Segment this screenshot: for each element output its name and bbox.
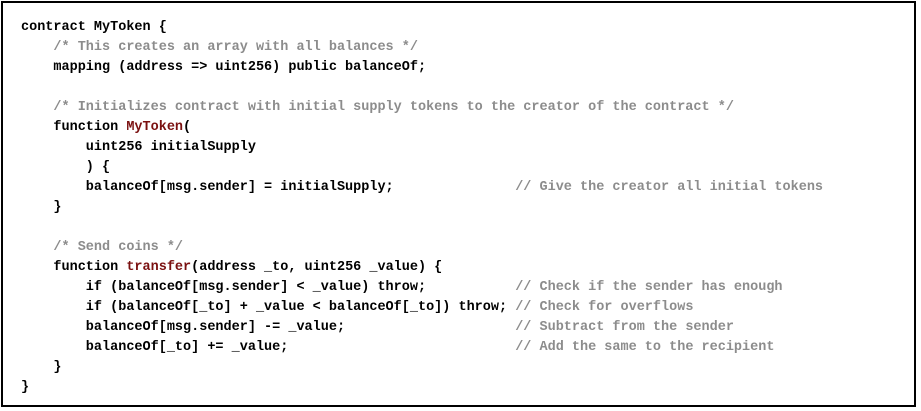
code-comment: // Add the same to the recipient xyxy=(515,340,775,355)
code-text: balanceOf[msg.sender] -= _value; xyxy=(21,320,516,335)
code-line: } xyxy=(21,378,823,398)
code-line: balanceOf[msg.sender] = initialSupply; /… xyxy=(21,178,823,198)
code-comment: /* Send coins */ xyxy=(53,240,184,255)
code-line: function transfer(address _to, uint256 _… xyxy=(21,258,823,278)
code-text: if (balanceOf[msg.sender] < _value) thro… xyxy=(21,280,516,295)
code-text: balanceOf[msg.sender] = initialSupply; xyxy=(21,180,516,195)
code-comment: // Subtract from the sender xyxy=(515,320,734,335)
code-comment: // Check for overflows xyxy=(515,300,694,315)
code-text: if (balanceOf[_to] + _value < balanceOf[… xyxy=(21,300,516,315)
code-text: } xyxy=(21,360,62,375)
code-line: } xyxy=(21,358,823,378)
code-line: /* Send coins */ xyxy=(21,238,823,258)
code-text: (address _to, uint256 _value) { xyxy=(191,260,443,275)
code-line: /* This creates an array with all balanc… xyxy=(21,38,823,58)
code-text: contract MyToken { xyxy=(21,20,167,35)
code-frame: contract MyToken { /* This creates an ar… xyxy=(1,1,916,407)
code-line: function MyToken( xyxy=(21,118,823,138)
function-name: transfer xyxy=(126,260,192,275)
code-comment: // Check if the sender has enough xyxy=(515,280,783,295)
code-text: function xyxy=(21,260,127,275)
code-line: contract MyToken { xyxy=(21,18,823,38)
code-text: balanceOf[_to] += _value; xyxy=(21,340,516,355)
code-text: ) { xyxy=(21,160,111,175)
code-line: mapping (address => uint256) public bala… xyxy=(21,58,823,78)
code-line: ) { xyxy=(21,158,823,178)
code-text: uint256 initialSupply xyxy=(21,140,256,155)
code-comment: // Give the creator all initial tokens xyxy=(515,180,824,195)
function-name: MyToken xyxy=(126,120,184,135)
code-text: } xyxy=(21,380,30,395)
code-line: balanceOf[_to] += _value; // Add the sam… xyxy=(21,338,823,358)
code-text: ( xyxy=(183,120,192,135)
code-line: balanceOf[msg.sender] -= _value; // Subt… xyxy=(21,318,823,338)
code-line: uint256 initialSupply xyxy=(21,138,823,158)
code-comment: /* Initializes contract with initial sup… xyxy=(53,100,734,115)
code-line: } xyxy=(21,198,823,218)
code-comment: /* This creates an array with all balanc… xyxy=(53,40,418,55)
code-text: } xyxy=(21,200,62,215)
code-text: mapping (address => uint256) public bala… xyxy=(21,60,427,75)
code-line: if (balanceOf[_to] + _value < balanceOf[… xyxy=(21,298,823,318)
code-block: contract MyToken { /* This creates an ar… xyxy=(21,18,823,398)
code-line: if (balanceOf[msg.sender] < _value) thro… xyxy=(21,278,823,298)
code-text: function xyxy=(21,120,127,135)
code-line: /* Initializes contract with initial sup… xyxy=(21,98,823,118)
